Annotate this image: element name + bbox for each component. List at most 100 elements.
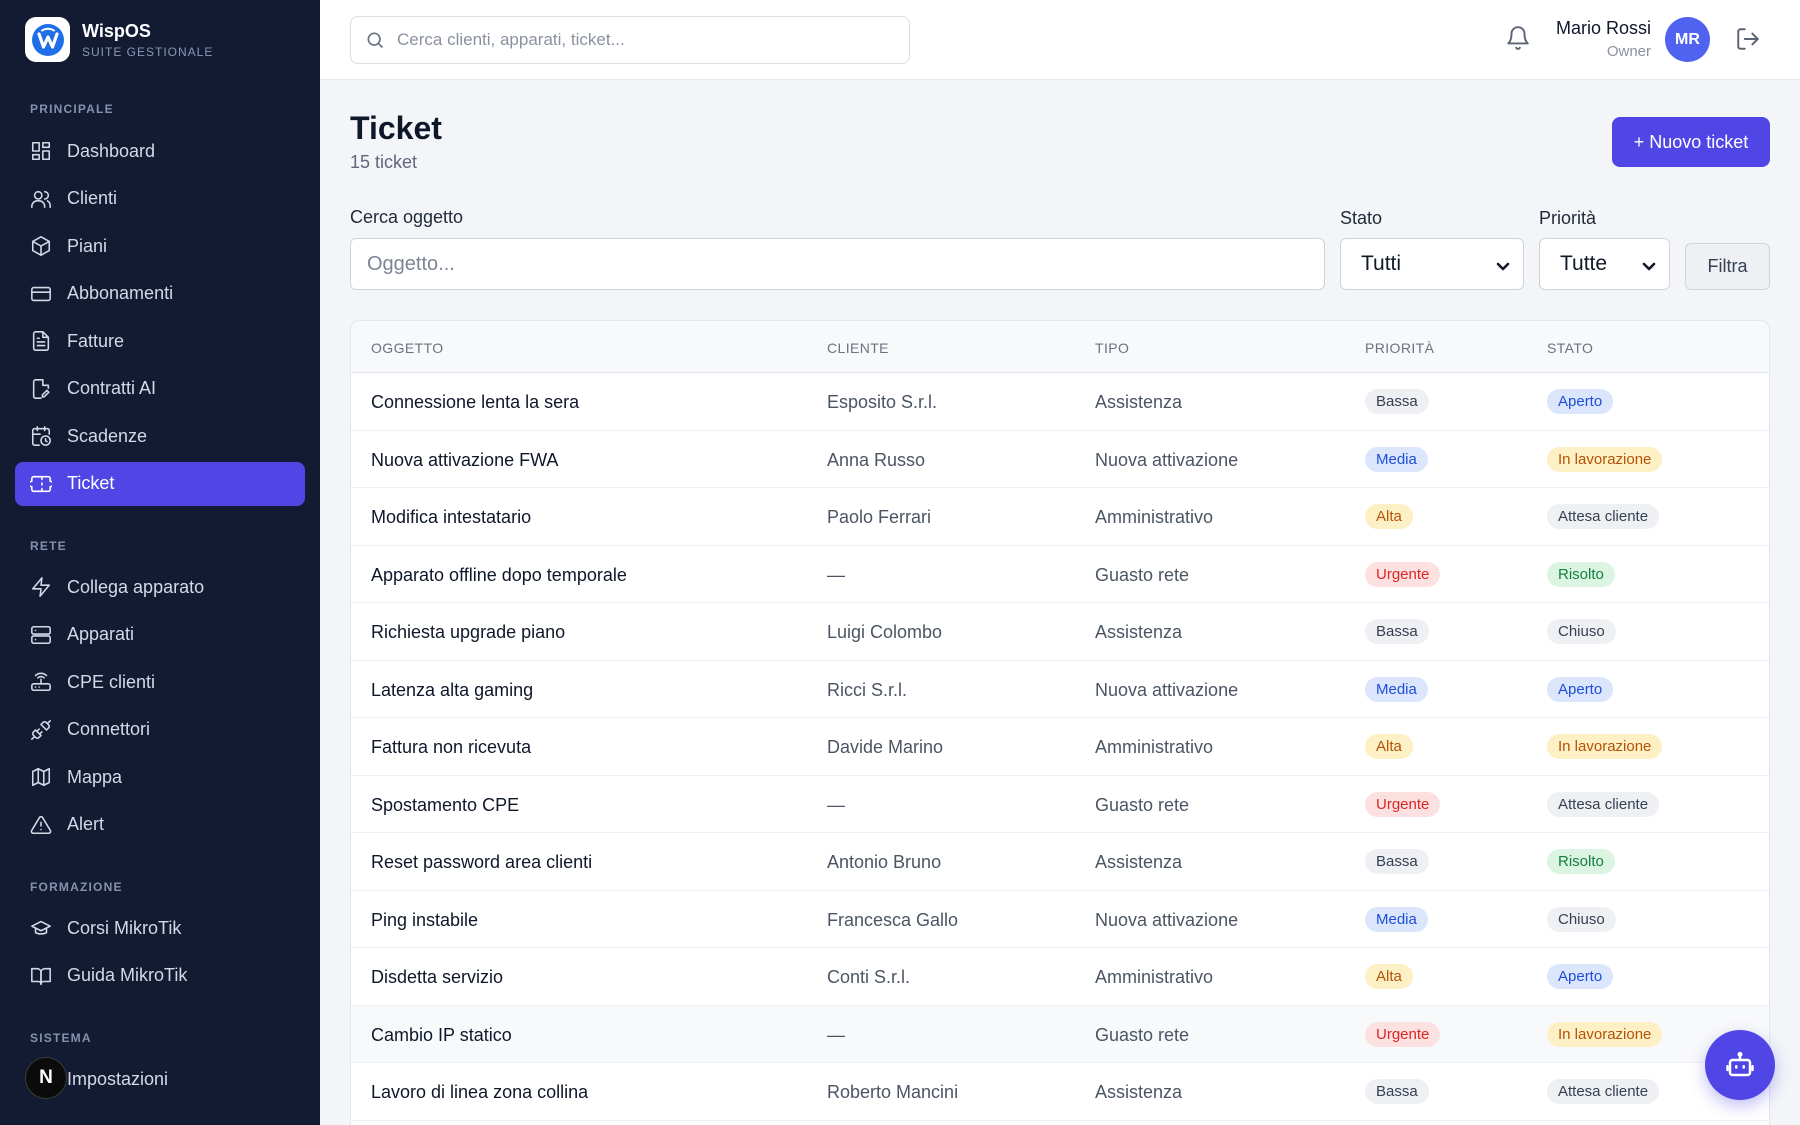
sidebar-item-label: Alert (67, 814, 105, 834)
logout-icon[interactable] (1735, 26, 1763, 54)
avatar[interactable]: MR (1665, 17, 1710, 62)
sidebar-item-connettori[interactable]: Connettori (15, 708, 305, 752)
column-header-stato[interactable]: STATO (1547, 340, 1593, 356)
section-title-formazione: FORMAZIONE (30, 880, 123, 894)
cell-tipo: Nuova attivazione (1095, 449, 1239, 470)
status-badge: In lavorazione (1547, 446, 1663, 472)
cell-cliente: Paolo Ferrari (827, 507, 932, 527)
sidebar-item-abbonamenti[interactable]: Abbonamenti (15, 272, 305, 316)
status-badge: Aperto (1547, 964, 1614, 989)
table-row[interactable]: Fattura non ricevuta Davide Marino Amminis… (351, 718, 1769, 776)
user-info[interactable]: Mario Rossi Owner (1556, 18, 1651, 60)
sidebar-item-piani[interactable]: Piani (15, 224, 305, 268)
brand-name: WispOS (82, 21, 151, 41)
table-row[interactable]: Nuova attivazione FWA Anna Russo Nuova att… (351, 430, 1769, 488)
cell-cliente: Ricci S.r.l. (827, 679, 908, 700)
global-search-input[interactable] (397, 30, 877, 50)
column-header-oggetto[interactable]: OGGETTO (371, 340, 444, 356)
sidebar-item-clienti[interactable]: Clienti (15, 177, 305, 221)
cell-cliente: Conti S.r.l. (827, 967, 911, 987)
sidebar-item-apparati[interactable]: Apparati (15, 613, 305, 657)
table-row[interactable]: Latenza alta gaming Ricci S.r.l. Nuova att… (351, 660, 1769, 718)
sidebar-item-fatture[interactable]: Fatture (15, 319, 305, 363)
notifications-bell-icon[interactable] (1505, 25, 1535, 55)
table-row[interactable]: Ping instabile Francesca Gallo Nuova attiv… (351, 890, 1769, 948)
book-icon (30, 965, 52, 987)
table-row[interactable]: Cambio IP statico — Guasto rete Urgente In l… (351, 1005, 1769, 1063)
table-row[interactable]: Apparato offline dopo temporale — Guasto r… (351, 545, 1769, 603)
priority-badge: Urgente (1365, 561, 1441, 587)
search-subject-label: Cerca oggetto (350, 207, 464, 227)
priority-badge: Bassa (1365, 619, 1429, 644)
section-title-rete: RETE (30, 539, 67, 553)
sidebar: WispOS SUITE GESTIONALE PRINCIPALE Dashb… (0, 0, 320, 1125)
table-row[interactable]: Disdetta servizio Conti S.r.l. Amministrat… (351, 948, 1769, 1006)
filter-button[interactable]: Filtra (1685, 243, 1770, 290)
priority-badge: Bassa (1365, 389, 1429, 414)
sidebar-item-mappa[interactable]: Mappa (15, 755, 305, 799)
sidebar-item-label: Contratti AI (67, 378, 157, 398)
dashboard-icon (30, 140, 52, 162)
column-header-cliente[interactable]: CLIENTE (827, 340, 889, 356)
sidebar-item-corsi-mikrotik[interactable]: Corsi MikroTik (15, 906, 305, 950)
sidebar-item-label: Collega apparato (67, 576, 205, 597)
cell-cliente: — (827, 1024, 845, 1045)
sidebar-item-ticket[interactable]: Ticket (15, 461, 305, 506)
table-row[interactable]: Spostamento CPE — Guasto rete Urgente Attesa… (351, 775, 1769, 833)
column-header-tipo[interactable]: TIPO (1095, 340, 1129, 356)
status-badge: Attesa cliente (1547, 791, 1660, 817)
search-subject-input[interactable] (350, 238, 1325, 290)
sidebar-item-collega-apparato[interactable]: Collega apparato (15, 565, 305, 609)
brand[interactable]: WispOS SUITE GESTIONALE (25, 17, 213, 62)
chevron-down-icon (1641, 256, 1657, 272)
cell-tipo: Assistenza (1095, 392, 1183, 412)
sidebar-item-guida-mikrotik[interactable]: Guida MikroTik (15, 954, 305, 998)
stato-select[interactable]: Tutti (1340, 238, 1524, 290)
alert-triangle-icon (30, 814, 52, 836)
column-header-priorita[interactable]: PRIORITÀ (1365, 340, 1434, 356)
cell-tipo: Nuova attivazione (1095, 909, 1239, 930)
sidebar-item-contratti-ai[interactable]: Contratti AI (15, 367, 305, 411)
section-title-sistema: SISTEMA (30, 1031, 92, 1045)
assistant-bot-button[interactable] (1705, 1030, 1775, 1100)
sidebar-item-alert[interactable]: Alert (15, 803, 305, 847)
status-badge: Risolto (1547, 849, 1615, 874)
cell-oggetto: Lavoro di linea zona collina (371, 1082, 589, 1102)
sidebar-item-dashboard[interactable]: Dashboard (15, 129, 305, 173)
table-row[interactable]: Reset password area clienti Antonio Bruno… (351, 833, 1769, 891)
credit-card-icon (30, 283, 52, 305)
table-row[interactable]: Modifica intestatario Paolo Ferrari Ammini… (351, 488, 1769, 546)
priority-badge: Urgente (1365, 1021, 1441, 1047)
priorita-select[interactable]: Tutte (1539, 238, 1670, 290)
sidebar-item-label: Ticket (67, 473, 115, 493)
global-search[interactable] (350, 16, 910, 64)
status-badge: In lavorazione (1547, 1021, 1663, 1047)
cell-cliente: — (827, 564, 845, 585)
n-badge[interactable]: N (25, 1057, 67, 1099)
invoice-icon (30, 330, 52, 352)
table-row[interactable]: Richiesta upgrade piano Luigi Colombo Assi… (351, 603, 1769, 661)
priority-badge: Media (1365, 446, 1428, 472)
new-ticket-button[interactable]: + Nuovo ticket (1612, 117, 1770, 167)
cell-oggetto: Modifica intestatario (371, 507, 532, 527)
sidebar-item-label: Dashboard (67, 140, 156, 161)
table-row[interactable]: Lavoro di linea zona collina Roberto Manc… (351, 1063, 1769, 1121)
cell-oggetto: Latenza alta gaming (371, 679, 534, 700)
status-badge: Risolto (1547, 561, 1615, 587)
priority-badge: Alta (1365, 504, 1413, 529)
table-header: OGGETTO CLIENTE TIPO PRIORITÀ STATO (351, 321, 1769, 373)
cell-cliente: — (827, 794, 845, 815)
cell-oggetto: Ping instabile (371, 909, 479, 930)
table-row[interactable]: Connessione lenta la sera Esposito S.r.l.… (351, 373, 1769, 431)
status-badge: In lavorazione (1547, 734, 1663, 759)
status-badge: Attesa cliente (1547, 1079, 1660, 1104)
status-badge: Chiuso (1547, 619, 1616, 644)
cell-tipo: Assistenza (1095, 852, 1183, 872)
users-icon (30, 188, 52, 210)
sidebar-item-scadenze[interactable]: Scadenze (15, 414, 305, 458)
cell-cliente: Davide Marino (827, 737, 944, 757)
sidebar-item-cpe-clienti[interactable]: CPE clienti (15, 660, 305, 704)
map-icon (30, 766, 52, 788)
lightning-icon (30, 576, 52, 598)
cell-tipo: Guasto rete (1095, 794, 1190, 815)
